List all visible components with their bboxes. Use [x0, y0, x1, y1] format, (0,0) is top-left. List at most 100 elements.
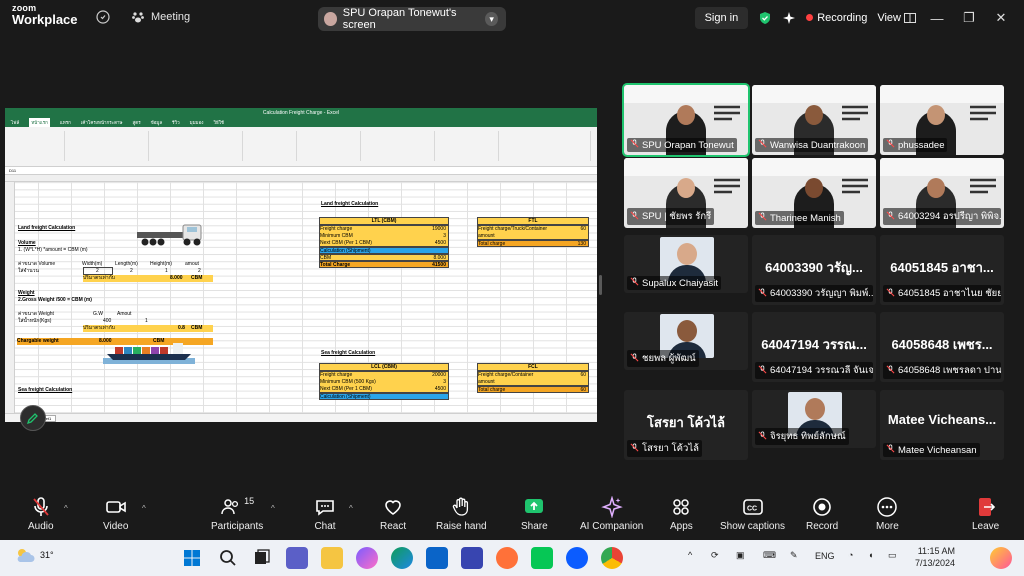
file-explorer-icon[interactable]	[321, 547, 343, 569]
tray-overflow-icon[interactable]: ^	[688, 550, 692, 560]
participant-name: จิรยุทธ ทิพย์ลักษณ์	[770, 431, 846, 442]
participant-tile[interactable]: 64047194 วรรณ... 64047194 วรรณวลี จันเจ..…	[752, 312, 876, 382]
excel-tab[interactable]: ไฟล์	[11, 118, 19, 127]
excel-tab[interactable]: หน้าแรก	[29, 118, 50, 127]
clock[interactable]: 11:15 AM 7/13/2024	[915, 545, 955, 569]
screen-share-indicator[interactable]: SPU Orapan Tonewut's screen ▾	[318, 7, 506, 31]
shield-icon[interactable]	[758, 11, 772, 25]
line-app-icon[interactable]	[531, 547, 553, 569]
participant-tile[interactable]: Matee Vicheans... Matee Vicheansan	[880, 390, 1004, 460]
camera-tray-icon[interactable]: ▣	[736, 550, 745, 561]
participant-tile[interactable]: phussadee	[880, 85, 1004, 155]
chat-options-icon[interactable]: ^	[349, 504, 353, 513]
participant-tile[interactable]: SPU Orapan Tonewut	[622, 83, 750, 157]
excel-tab[interactable]: สูตร	[133, 118, 141, 127]
video-button[interactable]: Video	[103, 496, 128, 532]
raise-hand-button[interactable]: Raise hand	[436, 496, 487, 532]
share-options-icon[interactable]: ▾	[485, 12, 498, 26]
participants-options-icon[interactable]: ^	[271, 504, 275, 513]
participants-label: Participants	[211, 521, 264, 532]
excel-tab[interactable]: เค้าโครงหน้ากระดาษ	[81, 118, 123, 127]
clock-date: 7/13/2024	[915, 558, 956, 568]
zoom-taskbar-icon[interactable]	[566, 547, 588, 569]
participant-name-tag: Supalux Chaiyasit	[627, 276, 722, 290]
width-value[interactable]: 2	[83, 267, 113, 275]
notification-icon[interactable]	[990, 547, 1012, 569]
more-button[interactable]: More	[876, 496, 899, 532]
participant-name-tag: Tharinee Manish	[755, 211, 844, 225]
search-icon[interactable]	[217, 547, 239, 569]
lcl-row-value: 3	[443, 379, 446, 385]
share-label: SPU Orapan Tonewut's screen	[342, 7, 457, 31]
pen-icon[interactable]: ✎	[790, 550, 798, 561]
split-view-handle[interactable]	[599, 275, 602, 295]
annotate-button[interactable]	[20, 405, 46, 431]
excel-tab[interactable]: ข้อมูล	[151, 118, 163, 127]
fcl-row-value: 60	[580, 372, 586, 378]
conference-banner	[624, 158, 748, 176]
participants-button[interactable]: 15 Participants	[211, 496, 263, 532]
language-indicator[interactable]: ENG	[815, 551, 835, 561]
excel-grid[interactable]: Land freight Calculation Volume 1. (W*L*…	[5, 175, 597, 413]
restore-icon[interactable]: ❐	[958, 10, 980, 26]
notes-app-icon[interactable]	[461, 547, 483, 569]
react-button[interactable]: React	[380, 496, 406, 532]
task-view-icon[interactable]	[251, 547, 273, 569]
meeting-button[interactable]: Meeting	[131, 10, 190, 24]
participant-tile[interactable]: SPU | ชัยพร รักรี	[624, 158, 748, 228]
view-button[interactable]: View	[877, 12, 916, 24]
ai-companion-button[interactable]: AI Companion	[580, 496, 643, 532]
copilot-icon[interactable]	[356, 547, 378, 569]
audio-button[interactable]: Audio	[28, 496, 54, 532]
firefox-icon[interactable]	[496, 547, 518, 569]
excel-namebox[interactable]: D11	[9, 168, 16, 173]
chrome-icon[interactable]	[601, 547, 623, 569]
participant-tile[interactable]: ชยพล ผู้พัฒน์	[624, 312, 748, 370]
ltl-calc-header: Calculation (Shipment)	[319, 247, 449, 254]
audio-options-icon[interactable]: ^	[64, 504, 68, 513]
excel-formula-bar[interactable]: D11	[5, 167, 597, 175]
participant-tile[interactable]: โสรยา โค้วไล้ โสรยา โค้วไล้	[624, 390, 748, 460]
participant-tile[interactable]: จิรยุทธ ทิพย์ลักษณ์	[752, 390, 876, 448]
participant-display-name: โสรยา โค้วไล้	[647, 415, 725, 430]
video-options-icon[interactable]: ^	[142, 504, 146, 513]
show-captions-button[interactable]: CC Show captions	[720, 496, 785, 532]
participant-tile[interactable]: 64003390 วรัญ... 64003390 วรัญญา พิมพ์...	[752, 235, 876, 305]
edge-icon[interactable]	[391, 547, 413, 569]
ftl-total-label: Total charge	[478, 241, 506, 247]
participant-tile[interactable]: Wanwisa Duantrakoon	[752, 85, 876, 155]
minimize-icon[interactable]: —	[926, 11, 948, 26]
excel-tab[interactable]: วิธีใช้	[213, 118, 224, 127]
excel-tab[interactable]: แทรก	[60, 118, 71, 127]
chat-button[interactable]: Chat	[314, 496, 336, 532]
weather-widget[interactable]: 31°	[14, 546, 54, 564]
teams-icon[interactable]	[286, 547, 308, 569]
truck-image	[137, 224, 202, 246]
wifi-icon[interactable]: ◔	[848, 550, 853, 560]
participant-tile[interactable]: Supalux Chaiyasit	[624, 235, 748, 293]
volume-icon[interactable]: ◖	[868, 550, 873, 560]
recording-indicator[interactable]: Recording	[806, 12, 867, 24]
participant-tile[interactable]: 64003294 อรปรีญา พิพิจ...	[880, 158, 1004, 228]
mail-icon[interactable]	[426, 547, 448, 569]
sign-in-button[interactable]: Sign in	[694, 7, 749, 29]
people-icon	[221, 499, 239, 515]
leave-button[interactable]: Leave	[972, 496, 999, 532]
apps-button[interactable]: Apps	[670, 496, 693, 532]
info-icon[interactable]	[96, 10, 110, 29]
share-button[interactable]: Share	[521, 496, 548, 532]
sync-icon[interactable]: ⟳	[711, 550, 719, 561]
shared-screen-excel[interactable]: Calculation Freight Charge - Excel ไฟล์ …	[5, 108, 597, 422]
participant-tile[interactable]: 64058648 เพชร... 64058648 เพชรลดา ปาน...	[880, 312, 1004, 382]
participant-tile[interactable]: 64051845 อาชา... 64051845 อาชาไนย ชัยยา	[880, 235, 1004, 305]
keyboard-icon[interactable]: ⌨	[763, 550, 776, 561]
excel-tab[interactable]: รีวิว	[172, 118, 179, 127]
participant-tile[interactable]: Tharinee Manish	[752, 158, 876, 228]
record-button[interactable]: Record	[806, 496, 838, 532]
close-icon[interactable]: ✕	[990, 10, 1012, 26]
battery-icon[interactable]: ▭	[888, 550, 897, 561]
ai-sparkle-icon[interactable]	[782, 11, 796, 25]
excel-tab[interactable]: มุมมอง	[190, 118, 204, 127]
start-icon[interactable]	[181, 547, 203, 569]
participant-name-tag: SPU Orapan Tonewut	[627, 138, 737, 152]
